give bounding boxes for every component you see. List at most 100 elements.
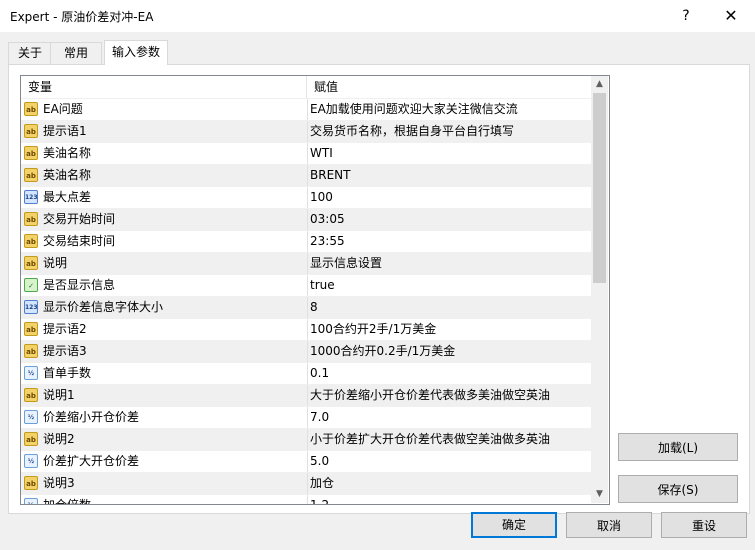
scrollbar-thumb[interactable]: [593, 93, 606, 283]
string-type-icon: ab: [24, 344, 38, 358]
parameter-name: 说明3: [43, 476, 75, 490]
string-type-icon: ab: [24, 322, 38, 336]
parameter-value[interactable]: 加仓: [310, 473, 590, 494]
parameter-name-cell: ab 说明1: [21, 385, 308, 406]
parameters-grid: 变量 赋值 ab EA问题 EA加载使用问题欢迎大家关注微信交流 ab 提示语1 交易货币…: [20, 75, 610, 505]
string-type-icon: ab: [24, 102, 38, 116]
parameter-value[interactable]: 大于价差缩小开仓价差代表做多美油做空英油: [310, 385, 590, 406]
parameter-name: EA问题: [43, 102, 83, 116]
grid-header: 变量 赋值: [21, 76, 591, 98]
string-type-icon: ab: [24, 146, 38, 160]
grid-rows: ab EA问题 EA加载使用问题欢迎大家关注微信交流 ab 提示语1 交易货币名称，根据自…: [21, 98, 591, 505]
parameter-value[interactable]: BRENT: [310, 165, 590, 186]
table-row[interactable]: ab 交易开始时间 03:05: [21, 208, 591, 230]
table-row[interactable]: 123 最大点差 100: [21, 186, 591, 208]
scroll-down-arrow-icon[interactable]: ▼: [591, 486, 608, 503]
reset-button[interactable]: 重设: [661, 512, 747, 538]
help-button[interactable]: ?: [664, 0, 708, 32]
parameter-value[interactable]: 8: [310, 297, 590, 318]
parameter-name: 提示语2: [43, 322, 87, 336]
parameter-value[interactable]: 显示信息设置: [310, 253, 590, 274]
table-row[interactable]: ab 英油名称 BRENT: [21, 164, 591, 186]
parameter-value[interactable]: 7.0: [310, 407, 590, 428]
parameter-value[interactable]: true: [310, 275, 590, 296]
parameter-name: 英油名称: [43, 168, 92, 182]
column-header-variable[interactable]: 变量: [21, 76, 307, 98]
save-button[interactable]: 保存(S): [618, 475, 738, 503]
table-row[interactable]: ab 提示语2 100合约开2手/1万美金: [21, 318, 591, 340]
parameter-name: 提示语1: [43, 124, 87, 138]
parameter-name-cell: ½ 价差缩小开仓价差: [21, 407, 308, 428]
parameter-name: 说明: [43, 256, 68, 270]
parameter-value[interactable]: EA加载使用问题欢迎大家关注微信交流: [310, 99, 590, 120]
parameter-value[interactable]: 23:55: [310, 231, 590, 252]
double-type-icon: ½: [24, 454, 38, 468]
parameter-name: 交易结束时间: [43, 234, 116, 248]
parameter-value[interactable]: 0.1: [310, 363, 590, 384]
table-row[interactable]: ✓ 是否显示信息 true: [21, 274, 591, 296]
table-row[interactable]: ab 说明2 小于价差扩大开仓价差代表做空美油做多英油: [21, 428, 591, 450]
table-row[interactable]: ab 美油名称 WTI: [21, 142, 591, 164]
parameter-name: 说明2: [43, 432, 75, 446]
double-type-icon: ½: [24, 498, 38, 504]
parameter-value[interactable]: 100合约开2手/1万美金: [310, 319, 590, 340]
parameter-name: 最大点差: [43, 190, 92, 204]
parameter-name: 说明1: [43, 388, 75, 402]
parameter-name-cell: ab 交易开始时间: [21, 209, 308, 230]
parameter-name-cell: ab 英油名称: [21, 165, 308, 186]
double-type-icon: ½: [24, 366, 38, 380]
table-row[interactable]: ab 交易结束时间 23:55: [21, 230, 591, 252]
parameter-name-cell: ab 提示语3: [21, 341, 308, 362]
ok-button[interactable]: 确定: [471, 512, 557, 538]
table-row[interactable]: ab 说明 显示信息设置: [21, 252, 591, 274]
table-row[interactable]: ab EA问题 EA加载使用问题欢迎大家关注微信交流: [21, 98, 591, 120]
parameter-value[interactable]: 100: [310, 187, 590, 208]
vertical-scrollbar[interactable]: ▲ ▼: [591, 76, 608, 503]
string-type-icon: ab: [24, 212, 38, 226]
parameter-value[interactable]: 1000合约开0.2手/1万美金: [310, 341, 590, 362]
boolean-type-icon: ✓: [24, 278, 38, 292]
load-button[interactable]: 加载(L): [618, 433, 738, 461]
double-type-icon: ½: [24, 410, 38, 424]
string-type-icon: ab: [24, 432, 38, 446]
integer-type-icon: 123: [24, 300, 38, 314]
column-header-value[interactable]: 赋值: [307, 76, 594, 98]
parameter-name-cell: ✓ 是否显示信息: [21, 275, 308, 296]
cancel-button[interactable]: 取消: [566, 512, 652, 538]
parameter-name-cell: ab 说明3: [21, 473, 308, 494]
scroll-up-arrow-icon[interactable]: ▲: [591, 76, 608, 93]
parameter-value[interactable]: WTI: [310, 143, 590, 164]
table-row[interactable]: ½ 首单手数 0.1: [21, 362, 591, 384]
table-row[interactable]: ab 说明1 大于价差缩小开仓价差代表做多美油做空英油: [21, 384, 591, 406]
table-row[interactable]: ½ 加仓倍数 1.2: [21, 494, 591, 505]
table-row[interactable]: ab 说明3 加仓: [21, 472, 591, 494]
parameter-value[interactable]: 交易货币名称，根据自身平台自行填写: [310, 121, 590, 142]
parameter-name: 加仓倍数: [43, 498, 92, 505]
parameter-name-cell: ab 提示语1: [21, 121, 308, 142]
parameter-name: 价差扩大开仓价差: [43, 454, 140, 468]
parameter-name-cell: ½ 首单手数: [21, 363, 308, 384]
parameter-name-cell: ab 说明: [21, 253, 308, 274]
table-row[interactable]: ab 提示语1 交易货币名称，根据自身平台自行填写: [21, 120, 591, 142]
table-row[interactable]: 123 显示价差信息字体大小 8: [21, 296, 591, 318]
parameter-name-cell: ab 提示语2: [21, 319, 308, 340]
tab-inputs[interactable]: 输入参数: [104, 40, 168, 65]
parameter-value[interactable]: 小于价差扩大开仓价差代表做空美油做多英油: [310, 429, 590, 450]
parameter-value[interactable]: 03:05: [310, 209, 590, 230]
parameter-name: 显示价差信息字体大小: [43, 300, 164, 314]
string-type-icon: ab: [24, 234, 38, 248]
close-button[interactable]: ✕: [709, 0, 753, 32]
table-row[interactable]: ½ 价差扩大开仓价差 5.0: [21, 450, 591, 472]
tab-about[interactable]: 关于: [8, 42, 52, 64]
title-bar: Expert - 原油价差对冲-EA ? ✕: [0, 0, 755, 32]
string-type-icon: ab: [24, 476, 38, 490]
parameter-value[interactable]: 1.2: [310, 495, 590, 504]
integer-type-icon: 123: [24, 190, 38, 204]
parameter-name-cell: ab EA问题: [21, 99, 308, 120]
tab-common[interactable]: 常用: [50, 42, 102, 64]
parameter-value[interactable]: 5.0: [310, 451, 590, 472]
parameter-name: 美油名称: [43, 146, 92, 160]
table-row[interactable]: ab 提示语3 1000合约开0.2手/1万美金: [21, 340, 591, 362]
table-row[interactable]: ½ 价差缩小开仓价差 7.0: [21, 406, 591, 428]
parameter-name-cell: 123 最大点差: [21, 187, 308, 208]
